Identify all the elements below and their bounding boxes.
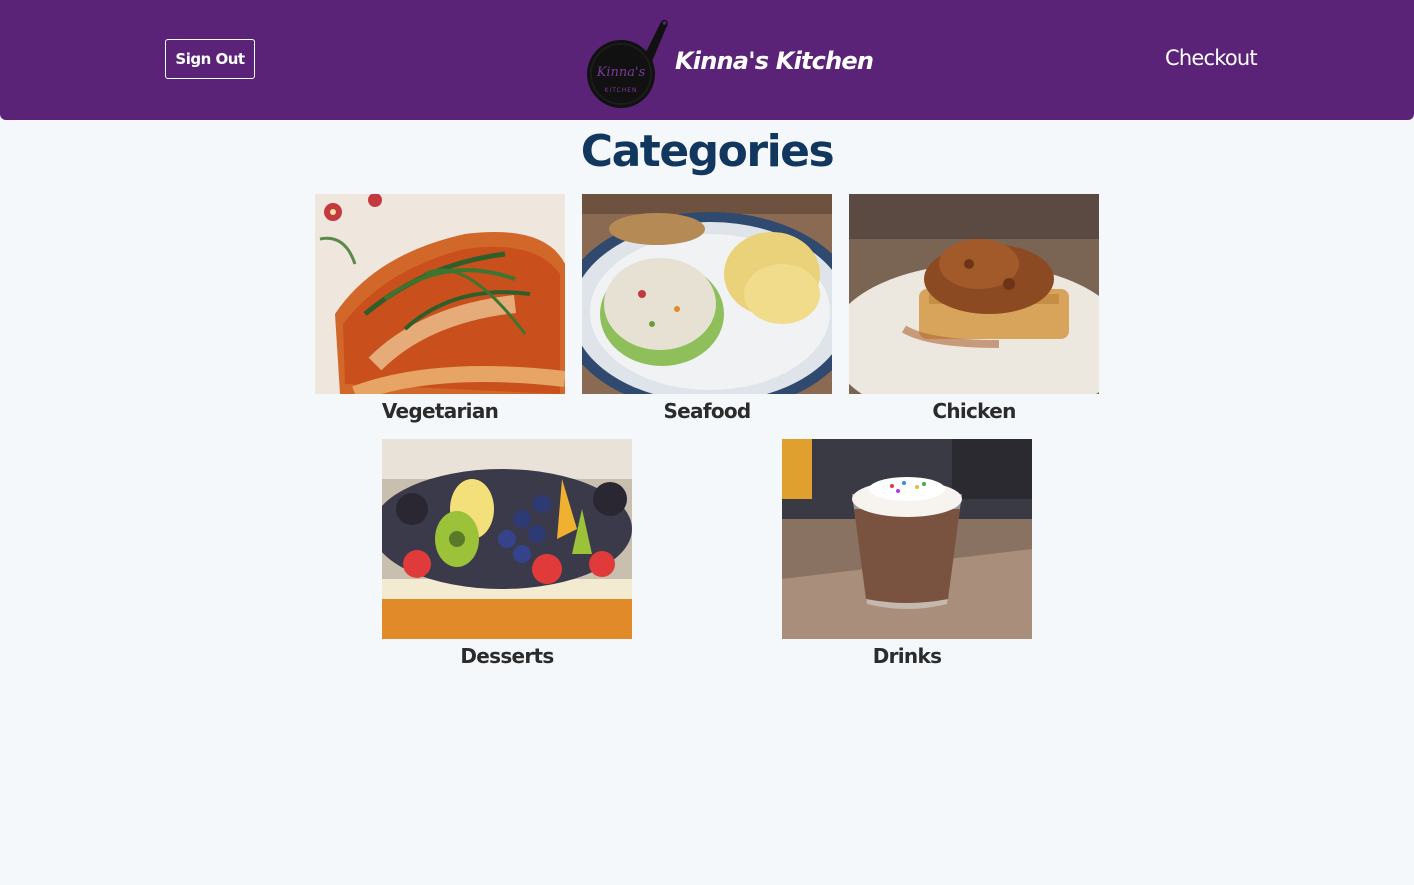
category-label[interactable]: Vegetarian: [315, 398, 565, 424]
category-label[interactable]: Drinks: [782, 643, 1032, 669]
category-card-seafood[interactable]: Seafood: [582, 194, 832, 424]
category-card-chicken[interactable]: Chicken: [849, 194, 1099, 424]
category-card-vegetarian[interactable]: Vegetarian: [315, 194, 565, 424]
svg-text:KITCHEN: KITCHEN: [605, 87, 638, 94]
category-card-desserts[interactable]: Desserts: [382, 439, 632, 669]
desserts-image[interactable]: [382, 439, 632, 639]
category-label[interactable]: Chicken: [849, 398, 1099, 424]
brand-link[interactable]: Kinna's KITCHEN Kinna's Kitchen: [585, 18, 874, 112]
svg-text:Kinna's: Kinna's: [596, 65, 646, 80]
chicken-image[interactable]: [849, 194, 1099, 394]
drinks-image[interactable]: [782, 439, 1032, 639]
page-title: Categories: [580, 126, 835, 177]
vegetarian-image[interactable]: [315, 194, 565, 394]
category-label[interactable]: Seafood: [582, 398, 832, 424]
skillet-logo-icon: Kinna's KITCHEN: [587, 19, 668, 108]
checkout-link[interactable]: Checkout: [1165, 46, 1258, 70]
navbar: Sign Out Kinna's KITCHEN Kinna's Kitchen…: [0, 0, 1414, 120]
brand-name: Kinna's Kitchen: [675, 47, 874, 75]
category-card-drinks[interactable]: Drinks: [782, 439, 1032, 669]
category-label[interactable]: Desserts: [382, 643, 632, 669]
sign-out-button[interactable]: Sign Out: [165, 39, 255, 79]
seafood-image[interactable]: [582, 194, 832, 394]
